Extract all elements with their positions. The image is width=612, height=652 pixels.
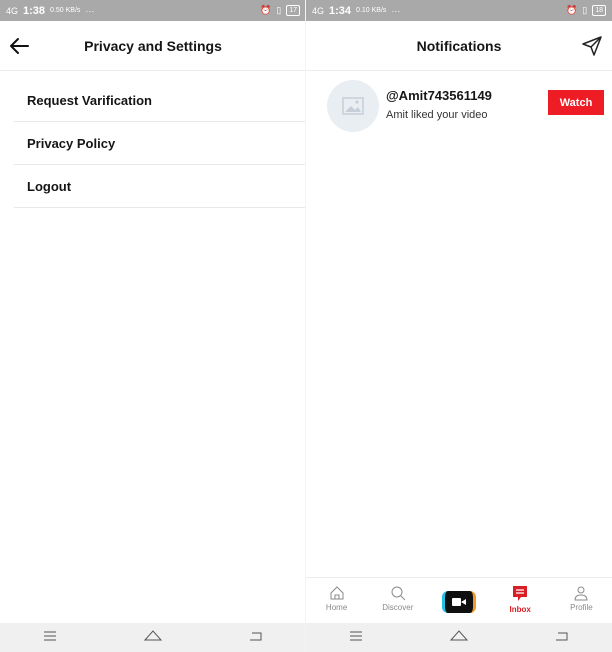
profile-icon [574,586,588,601]
home-icon [330,586,344,600]
network-speed: 0.50 KB/s [50,7,81,14]
page-title: Privacy and Settings [84,38,222,54]
nav-home[interactable]: Home [306,578,367,624]
battery-indicator: 17 [286,5,300,16]
page-title: Notifications [416,38,502,54]
nav-profile-label: Profile [570,603,593,612]
nav-profile[interactable]: Profile [551,578,612,624]
menu-item-privacy-policy[interactable]: Privacy Policy [14,122,306,165]
signal-indicator: 4G [6,5,19,16]
nav-home-label: Home [325,603,348,612]
vibrate-icon: ▯ [276,5,282,15]
nav-inbox[interactable]: Inbox [490,578,551,624]
notification-username[interactable]: @Amit743561149 [386,88,492,103]
menu-icon[interactable] [348,629,364,647]
status-time: 1:34 [329,4,352,17]
system-nav-bar [306,623,612,652]
search-icon [391,586,406,601]
nav-record[interactable] [428,578,489,624]
notification-text: Amit liked your video [386,109,488,121]
back-nav-icon[interactable] [248,629,264,647]
menu-icon[interactable] [42,629,58,647]
notifications-screen: 4G 1:34 0.10 KB/s ··· ⏰ ▯ 18 Notificatio… [306,0,612,652]
system-nav-bar [0,623,306,652]
status-dots: ··· [85,5,95,16]
bottom-nav: Home Discover Inbox Profile [306,577,612,624]
back-nav-icon[interactable] [554,629,570,647]
status-bar: 4G 1:34 0.10 KB/s ··· ⏰ ▯ 18 [306,0,612,21]
status-time: 1:38 [23,4,46,17]
status-dots: ··· [391,5,401,16]
privacy-settings-screen: 4G 1:38 0.50 KB/s ··· ⏰ ▯ 17 Privacy and… [0,0,306,652]
network-speed: 0.10 KB/s [356,7,387,14]
menu-item-request-verification[interactable]: Request Varification [14,79,306,122]
camera-icon [442,591,476,613]
home-nav-icon[interactable] [143,628,163,647]
home-nav-icon[interactable] [449,628,469,647]
vibrate-icon: ▯ [582,5,588,15]
top-bar: Privacy and Settings [0,21,306,71]
nav-discover-label: Discover [382,603,414,612]
inbox-icon [513,586,528,601]
send-button[interactable] [580,34,604,58]
video-thumbnail[interactable] [327,80,379,132]
signal-indicator: 4G [312,5,325,16]
notification-item[interactable]: @Amit743561149 Amit liked your video Wat… [327,80,612,132]
watch-button[interactable]: Watch [548,90,604,115]
top-bar: Notifications [306,21,612,71]
menu-item-logout[interactable]: Logout [14,165,306,208]
nav-discover[interactable]: Discover [367,578,428,624]
settings-menu: Request Varification Privacy Policy Logo… [14,79,306,208]
status-bar: 4G 1:38 0.50 KB/s ··· ⏰ ▯ 17 [0,0,306,21]
battery-indicator: 18 [592,5,606,16]
send-icon [582,36,602,56]
back-arrow-icon [10,38,29,54]
alarm-icon: ⏰ [260,5,272,15]
back-button[interactable] [8,34,32,58]
nav-inbox-label: Inbox [509,605,531,614]
image-placeholder-icon [342,97,364,115]
alarm-icon: ⏰ [566,5,578,15]
